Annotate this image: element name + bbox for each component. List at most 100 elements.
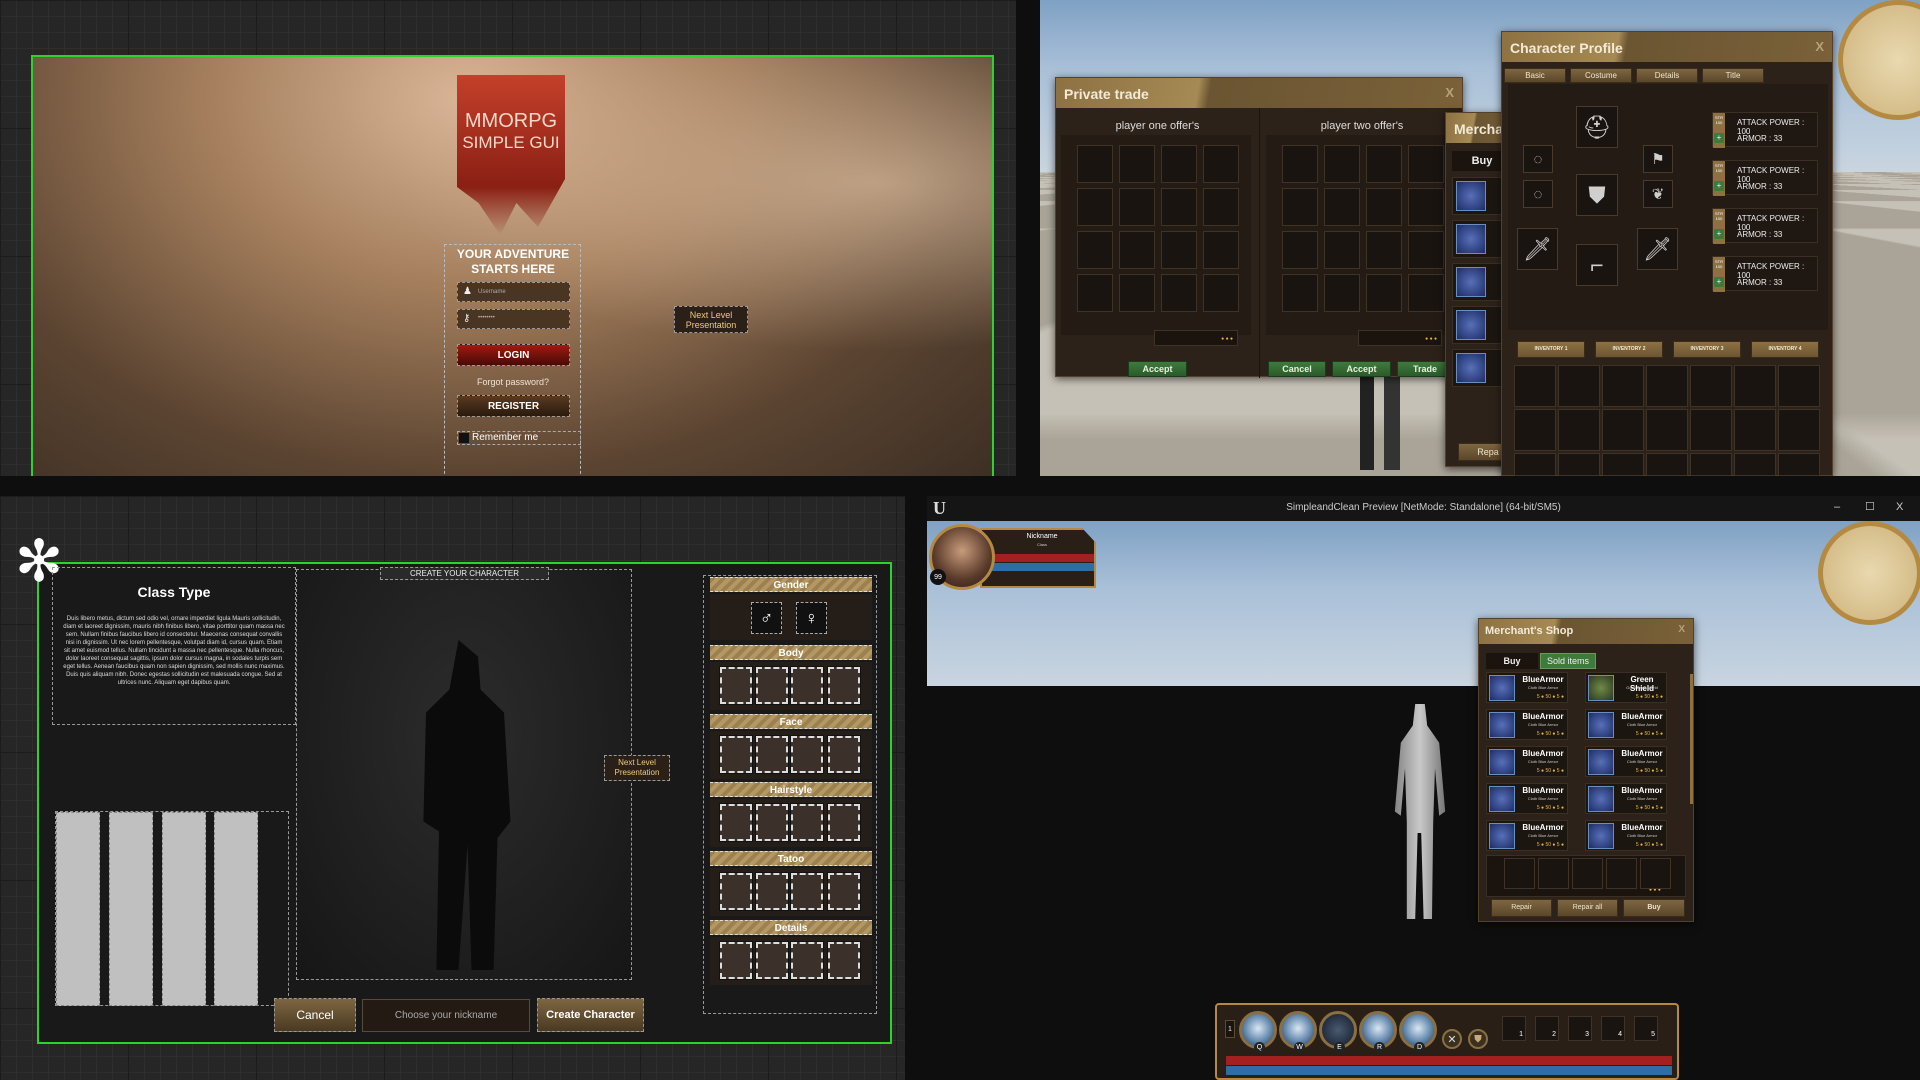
- class-option-4[interactable]: [214, 812, 258, 1006]
- option-slot-tatoo[interactable]: [719, 872, 753, 911]
- trade-slot[interactable]: [1282, 145, 1318, 183]
- shop-item[interactable]: BlueArmor Cloth Blue Armor 5 ● 50 ● 5 ●: [1585, 783, 1667, 814]
- trade-slot[interactable]: [1119, 274, 1155, 312]
- add-stat-button[interactable]: +: [1714, 277, 1724, 287]
- password-input[interactable]: ⚷ ••••••••: [457, 309, 570, 329]
- trade-slot[interactable]: [1119, 231, 1155, 269]
- option-slot-face[interactable]: [827, 735, 861, 774]
- option-slot-details[interactable]: [755, 941, 789, 980]
- shop-item[interactable]: BlueArmor Cloth Blue Armor 5 ● 50 ● 5 ●: [1585, 746, 1667, 777]
- close-icon[interactable]: X: [1678, 624, 1685, 635]
- trade-slot[interactable]: [1161, 274, 1197, 312]
- maximize-button[interactable]: ☐: [1865, 500, 1875, 513]
- hotbar-slot[interactable]: 5: [1634, 1016, 1658, 1041]
- option-slot-tatoo[interactable]: [755, 872, 789, 911]
- trade-slot[interactable]: [1161, 188, 1197, 226]
- inventory-slot[interactable]: [1690, 409, 1732, 451]
- trade-slot[interactable]: [1077, 188, 1113, 226]
- profile-tab-basic[interactable]: Basic: [1504, 68, 1566, 83]
- skill-d[interactable]: D: [1399, 1011, 1437, 1053]
- option-slot-body[interactable]: [755, 666, 789, 705]
- option-slot-tatoo[interactable]: [827, 872, 861, 911]
- chest-armor-icon[interactable]: ⛊: [1576, 174, 1618, 216]
- option-slot-details[interactable]: [827, 941, 861, 980]
- inventory-slot[interactable]: [1602, 409, 1644, 451]
- shop-scrollbar[interactable]: [1690, 674, 1693, 804]
- profile-tab-title[interactable]: Title: [1702, 68, 1764, 83]
- female-button[interactable]: ♀: [796, 602, 827, 634]
- option-slot-body[interactable]: [827, 666, 861, 705]
- shop-tab-sold-items[interactable]: Sold items: [1540, 653, 1596, 669]
- shield-icon[interactable]: ⛊: [1468, 1029, 1488, 1049]
- hotbar-slot[interactable]: 2: [1535, 1016, 1559, 1041]
- option-slot-hairstyle[interactable]: [827, 803, 861, 842]
- option-slot-hairstyle[interactable]: [790, 803, 824, 842]
- shop-item[interactable]: BlueArmor Cloth Blue Armor 5 ● 50 ● 5 ●: [1585, 820, 1667, 851]
- trade-slot[interactable]: [1161, 231, 1197, 269]
- close-icon[interactable]: X: [1445, 85, 1454, 100]
- trade-slot[interactable]: [1408, 188, 1444, 226]
- close-icon[interactable]: X: [1815, 39, 1824, 54]
- trade-slot[interactable]: [1161, 145, 1197, 183]
- option-slot-tatoo[interactable]: [790, 872, 824, 911]
- game-viewport-bottom[interactable]: [927, 521, 1920, 1080]
- buy-button[interactable]: Buy: [1623, 899, 1685, 917]
- amulet-icon[interactable]: ❦: [1643, 180, 1673, 208]
- shop-item[interactable]: BlueArmor Cloth Blue Armor 5 ● 50 ● 5 ●: [1486, 746, 1568, 777]
- trade-slot[interactable]: [1366, 145, 1402, 183]
- trade-slot[interactable]: [1366, 231, 1402, 269]
- ring-icon[interactable]: ◌: [1523, 145, 1553, 173]
- shop-item[interactable]: BlueArmor Cloth Blue Armor 5 ● 50 ● 5 ●: [1486, 672, 1568, 703]
- hotbar-slot[interactable]: 1: [1502, 1016, 1526, 1041]
- action-page-indicator[interactable]: 1: [1225, 1020, 1235, 1038]
- username-input[interactable]: ♟ Username: [457, 282, 570, 302]
- class-option-1[interactable]: [56, 812, 100, 1006]
- trade-slot[interactable]: [1408, 145, 1444, 183]
- trade-slot[interactable]: [1324, 231, 1360, 269]
- shop-item[interactable]: Green Shield Good basic shield 5 ● 50 ● 5 …: [1585, 672, 1667, 703]
- cart-slot[interactable]: [1572, 858, 1603, 889]
- inventory-slot[interactable]: [1778, 365, 1820, 407]
- trade-cancel-button[interactable]: Cancel: [1268, 361, 1326, 377]
- add-stat-button[interactable]: +: [1714, 133, 1724, 143]
- trade-slot[interactable]: [1366, 188, 1402, 226]
- close-window-button[interactable]: X: [1896, 501, 1903, 513]
- option-slot-body[interactable]: [719, 666, 753, 705]
- class-option-3[interactable]: [162, 812, 206, 1006]
- skill-w[interactable]: W: [1279, 1011, 1317, 1053]
- option-slot-body[interactable]: [790, 666, 824, 705]
- inventory-slot[interactable]: [1514, 365, 1556, 407]
- option-slot-details[interactable]: [790, 941, 824, 980]
- boots-icon[interactable]: ⌐: [1576, 244, 1618, 286]
- register-button[interactable]: REGISTER: [457, 395, 570, 417]
- skill-e[interactable]: E: [1319, 1011, 1357, 1053]
- create-character-button[interactable]: Create Character: [537, 998, 644, 1032]
- hotbar-slot[interactable]: 3: [1568, 1016, 1592, 1041]
- trade-slot[interactable]: [1119, 188, 1155, 226]
- option-slot-hairstyle[interactable]: [755, 803, 789, 842]
- trade-slot[interactable]: [1119, 145, 1155, 183]
- shop-item[interactable]: BlueArmor Cloth Blue Armor 5 ● 50 ● 5 ●: [1486, 709, 1568, 740]
- next-level-button-2[interactable]: Next Level Presentation: [604, 755, 670, 781]
- minimap[interactable]: [1818, 521, 1920, 625]
- shop-header[interactable]: Merchant's Shop X: [1479, 619, 1693, 644]
- minimize-button[interactable]: –: [1834, 501, 1840, 513]
- trade-slot[interactable]: [1324, 274, 1360, 312]
- cart-slot[interactable]: [1504, 858, 1535, 889]
- sword-icon[interactable]: 🗡: [1637, 228, 1678, 270]
- inventory-slot[interactable]: [1558, 409, 1600, 451]
- checkbox-box[interactable]: [459, 433, 469, 443]
- inventory-tab[interactable]: INVENTORY 2: [1595, 341, 1663, 358]
- trade-slot[interactable]: [1203, 274, 1239, 312]
- inventory-slot[interactable]: [1514, 453, 1556, 476]
- trade-slot[interactable]: [1077, 231, 1113, 269]
- trade-slot[interactable]: [1366, 274, 1402, 312]
- preview-titlebar[interactable]: U SimpleandClean Preview [NetMode: Stand…: [927, 496, 1920, 521]
- profile-tab-details[interactable]: Details: [1636, 68, 1698, 83]
- inventory-slot[interactable]: [1646, 409, 1688, 451]
- inventory-tab[interactable]: INVENTORY 4: [1751, 341, 1819, 358]
- shop-item[interactable]: BlueArmor Cloth Blue Armor 5 ● 50 ● 5 ●: [1486, 820, 1568, 851]
- inventory-slot[interactable]: [1558, 453, 1600, 476]
- inventory-tab[interactable]: INVENTORY 1: [1517, 341, 1585, 358]
- inventory-slot[interactable]: [1734, 365, 1776, 407]
